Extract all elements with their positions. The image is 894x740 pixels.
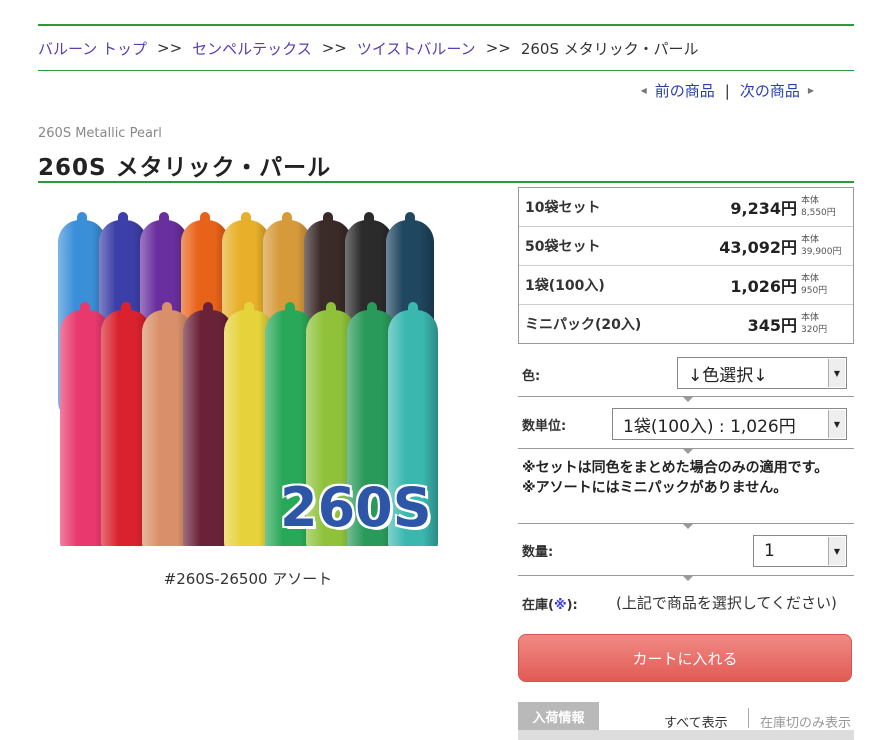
- arrival-info-tab[interactable]: 入荷情報: [518, 702, 599, 730]
- chevron-down-icon: ▼: [828, 537, 845, 565]
- price-row-base: 本体 950円: [801, 273, 847, 297]
- price-row: 50袋セット 43,092円 本体 39,900円: [519, 226, 853, 265]
- price-row: 1袋(100入) 1,026円 本体 950円: [519, 265, 853, 304]
- breadcrumb-link-sempertex[interactable]: センペルテックス: [192, 38, 312, 59]
- price-row-price: 43,092円: [719, 238, 797, 257]
- set-notice: ※セットは同色をまとめた場合のみの適用です。 ※アソートにはミニパックがありませ…: [522, 458, 852, 498]
- arrival-list-header: [518, 730, 854, 740]
- next-product-link[interactable]: 次の商品: [740, 80, 800, 101]
- price-row-base-price: 950円: [801, 286, 828, 296]
- price-row-name: ミニパック(20入): [525, 317, 642, 333]
- product-subtitle: 260S Metallic Pearl: [38, 126, 162, 141]
- notice-line-assort: ※アソートにはミニパックがありません。: [522, 480, 788, 496]
- price-row-base-label: 本体: [801, 274, 820, 284]
- stock-message: (上記で商品を選択してください): [616, 594, 837, 612]
- product-title: 260S メタリック・パール: [38, 155, 332, 181]
- price-row-base-label: 本体: [801, 196, 820, 206]
- price-row-name: 1袋(100入): [525, 278, 605, 294]
- option-separator: [518, 523, 854, 529]
- option-separator: [518, 575, 854, 581]
- price-row: 10袋セット 9,234円 本体 8,550円: [519, 188, 853, 226]
- product-pager: ◀ 前の商品 | 次の商品 ▶: [633, 80, 822, 101]
- price-row-base: 本体 8,550円: [801, 195, 847, 219]
- unit-select[interactable]: 1袋(100入) : 1,026円 ▼: [612, 408, 847, 440]
- color-label: 色:: [522, 368, 541, 384]
- product-image[interactable]: 260S: [58, 206, 438, 546]
- add-to-cart-button[interactable]: カートに入れる: [518, 634, 852, 682]
- breadcrumb-separator: >>: [157, 39, 183, 57]
- balloon-knot: [285, 302, 295, 312]
- balloon-knot: [200, 212, 210, 222]
- breadcrumb-top-rule: [38, 24, 854, 26]
- prev-arrow-icon: ◀: [640, 86, 647, 95]
- breadcrumb-current: 260S メタリック・パール: [520, 39, 699, 58]
- balloon-knot: [159, 212, 169, 222]
- balloon-knot: [408, 302, 418, 312]
- product-image-caption: #260S-26500 アソート: [163, 570, 333, 588]
- title-rule: [38, 181, 854, 183]
- stock-help-link[interactable]: ※: [554, 598, 567, 613]
- breadcrumb: バルーン トップ >> センペルテックス >> ツイストバルーン >> 260S…: [38, 28, 854, 68]
- color-select[interactable]: ↓色選択↓ ▼: [677, 357, 847, 389]
- price-row-price: 1,026円: [730, 277, 797, 296]
- breadcrumb-link-balloon-top[interactable]: バルーン トップ: [38, 38, 147, 59]
- color-select-value: ↓色選択↓: [688, 365, 768, 386]
- price-table: 10袋セット 9,234円 本体 8,550円 50袋セット 43,092円 本体 39,90…: [518, 187, 854, 344]
- price-row: ミニパック(20入) 345円 本体 320円: [519, 304, 853, 343]
- price-row-price: 345円: [747, 316, 797, 335]
- stock-label: 在庫(※):: [522, 594, 578, 613]
- price-row-base-price: 320円: [801, 325, 828, 335]
- chevron-down-icon: ▼: [828, 410, 845, 438]
- breadcrumb-bottom-rule: [38, 70, 854, 71]
- balloon-knot: [405, 212, 415, 222]
- balloon-knot: [367, 302, 377, 312]
- chevron-down-icon: ▼: [828, 359, 845, 387]
- price-row-base: 本体 39,900円: [801, 234, 847, 258]
- quantity-select-value: 1: [764, 541, 775, 561]
- balloon-knot: [323, 212, 333, 222]
- breadcrumb-link-twist-balloon[interactable]: ツイストバルーン: [357, 38, 476, 59]
- balloon-knot: [241, 212, 251, 222]
- option-separator: [518, 448, 854, 454]
- stock-label-text: 在庫(: [522, 598, 554, 613]
- price-row-base-label: 本体: [801, 313, 820, 323]
- balloon-knot: [364, 212, 374, 222]
- price-row-base-label: 本体: [801, 235, 820, 245]
- price-row-name: 10袋セット: [525, 200, 601, 216]
- price-row-base-price: 39,900円: [801, 247, 842, 257]
- pager-divider: |: [724, 81, 730, 100]
- out-of-stock-only-link[interactable]: 在庫切のみ表示: [760, 712, 851, 731]
- quantity-select[interactable]: 1 ▼: [753, 535, 847, 567]
- notice-line-set: ※セットは同色をまとめた場合のみの適用です。: [522, 460, 829, 476]
- price-row-base: 本体 320円: [801, 312, 847, 336]
- balloon-knot: [326, 302, 336, 312]
- product-image-label: 260S: [280, 476, 432, 539]
- prev-product-link[interactable]: 前の商品: [655, 80, 715, 101]
- balloon-knot: [162, 302, 172, 312]
- quantity-label: 数量:: [522, 544, 554, 560]
- arrival-divider: [748, 708, 749, 728]
- unit-select-value: 1袋(100入) : 1,026円: [623, 416, 796, 437]
- stock-label-close: ):: [566, 598, 578, 613]
- breadcrumb-separator: >>: [485, 39, 511, 57]
- next-arrow-icon: ▶: [807, 86, 814, 95]
- show-all-link[interactable]: すべて表示: [664, 712, 728, 731]
- unit-label: 数単位:: [522, 418, 567, 434]
- option-separator: [518, 396, 854, 402]
- breadcrumb-separator: >>: [321, 39, 347, 57]
- balloon-knot: [282, 212, 292, 222]
- balloon-knot: [244, 302, 254, 312]
- balloon-knot: [80, 302, 90, 312]
- balloon-knot: [77, 212, 87, 222]
- balloon-knot: [118, 212, 128, 222]
- price-row-name: 50袋セット: [525, 239, 601, 255]
- price-row-price: 9,234円: [730, 199, 797, 218]
- balloon-knot: [121, 302, 131, 312]
- price-row-base-price: 8,550円: [801, 208, 836, 218]
- balloon-knot: [203, 302, 213, 312]
